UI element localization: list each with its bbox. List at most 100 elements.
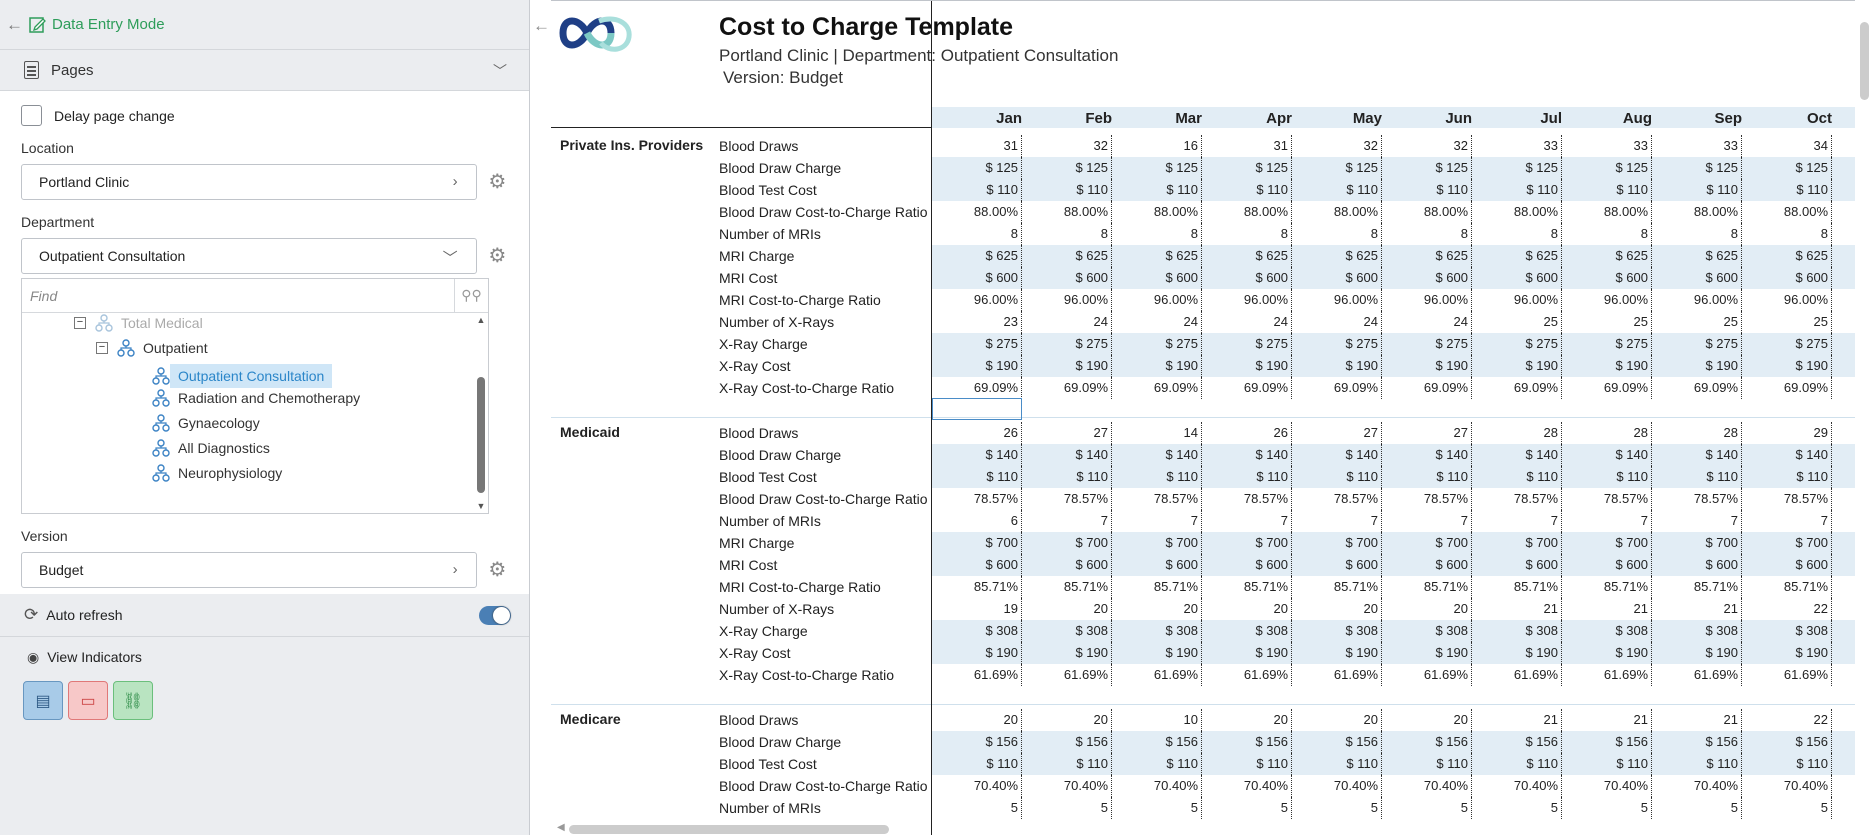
scroll-down-icon[interactable]: ▼ bbox=[476, 501, 486, 511]
data-cell[interactable]: 26 bbox=[1202, 422, 1292, 444]
data-cell[interactable]: $ 140 bbox=[1742, 444, 1832, 466]
data-cell[interactable]: $ 600 bbox=[1202, 267, 1292, 289]
data-cell[interactable]: $ 600 bbox=[932, 267, 1022, 289]
data-cell[interactable]: $ 125 bbox=[1022, 157, 1112, 179]
data-cell[interactable]: 69.09% bbox=[1292, 377, 1382, 399]
data-cell[interactable]: $ 125 bbox=[1202, 157, 1292, 179]
data-cell[interactable]: 85.71% bbox=[932, 576, 1022, 598]
notes-indicator-button[interactable]: ▤ bbox=[23, 681, 63, 720]
data-cell[interactable]: 85.71% bbox=[1022, 576, 1112, 598]
data-cell[interactable]: $ 156 bbox=[1382, 731, 1472, 753]
tree-item-all-diagnostics[interactable]: All Diagnostics bbox=[152, 439, 270, 457]
data-cell[interactable]: 78.57% bbox=[1742, 488, 1832, 510]
scrollbar-thumb[interactable] bbox=[1860, 22, 1869, 100]
data-cell[interactable]: $ 700 bbox=[1292, 532, 1382, 554]
data-cell[interactable]: 28 bbox=[1652, 422, 1742, 444]
data-cell[interactable]: 25 bbox=[1562, 311, 1652, 333]
data-cell[interactable]: 8 bbox=[1742, 223, 1832, 245]
data-cell[interactable]: $ 110 bbox=[1112, 753, 1202, 775]
data-cell[interactable]: 33 bbox=[1472, 135, 1562, 157]
data-cell[interactable]: 70.40% bbox=[1112, 775, 1202, 797]
data-cell[interactable]: $ 110 bbox=[1652, 753, 1742, 775]
data-cell[interactable]: $ 110 bbox=[1382, 753, 1472, 775]
data-cell[interactable]: $ 190 bbox=[932, 355, 1022, 377]
data-cell[interactable]: 29 bbox=[1742, 422, 1832, 444]
data-cell[interactable]: 88.00% bbox=[1562, 201, 1652, 223]
data-cell[interactable]: $ 600 bbox=[1472, 554, 1562, 576]
data-cell[interactable]: 85.71% bbox=[1562, 576, 1652, 598]
data-cell[interactable]: 8 bbox=[1382, 223, 1472, 245]
data-cell[interactable]: 69.09% bbox=[1022, 377, 1112, 399]
location-select[interactable]: Portland Clinic › bbox=[21, 164, 477, 200]
links-indicator-button[interactable]: ⛓ bbox=[113, 681, 153, 720]
data-cell[interactable]: 8 bbox=[1472, 223, 1562, 245]
data-cell[interactable]: $ 140 bbox=[932, 444, 1022, 466]
horizontal-scrollbar[interactable]: ◀ bbox=[551, 821, 1855, 835]
data-cell[interactable]: 85.71% bbox=[1292, 576, 1382, 598]
data-cell[interactable]: 61.69% bbox=[1742, 664, 1832, 686]
data-cell[interactable]: $ 110 bbox=[1202, 466, 1292, 488]
data-cell[interactable]: $ 700 bbox=[1112, 532, 1202, 554]
data-cell[interactable]: 96.00% bbox=[1742, 289, 1832, 311]
data-cell[interactable]: 20 bbox=[1292, 709, 1382, 731]
data-cell[interactable]: 85.71% bbox=[1382, 576, 1472, 598]
data-cell[interactable]: $ 110 bbox=[1472, 179, 1562, 201]
data-cell[interactable]: 14 bbox=[1112, 422, 1202, 444]
data-cell[interactable]: 96.00% bbox=[1022, 289, 1112, 311]
data-cell[interactable]: 61.69% bbox=[1382, 664, 1472, 686]
data-cell[interactable]: 88.00% bbox=[1112, 201, 1202, 223]
data-cell[interactable]: 78.57% bbox=[932, 488, 1022, 510]
data-cell[interactable]: 88.00% bbox=[1382, 201, 1472, 223]
data-cell[interactable]: $ 110 bbox=[1472, 466, 1562, 488]
auto-refresh-toggle[interactable] bbox=[479, 606, 511, 625]
data-cell[interactable]: 25 bbox=[1652, 311, 1742, 333]
tree-item-neurophysiology[interactable]: Neurophysiology bbox=[152, 464, 282, 482]
data-cell[interactable]: 7 bbox=[1382, 510, 1472, 532]
data-cell[interactable]: 25 bbox=[1742, 311, 1832, 333]
data-cell[interactable]: $ 110 bbox=[1652, 466, 1742, 488]
data-cell[interactable]: 88.00% bbox=[1292, 201, 1382, 223]
data-cell[interactable]: $ 275 bbox=[1562, 333, 1652, 355]
data-cell[interactable]: $ 625 bbox=[1652, 245, 1742, 267]
data-cell[interactable]: 70.40% bbox=[1472, 775, 1562, 797]
data-cell[interactable]: $ 110 bbox=[932, 753, 1022, 775]
data-cell[interactable]: $ 275 bbox=[1382, 333, 1472, 355]
data-cell[interactable]: 69.09% bbox=[1652, 377, 1742, 399]
tree-item-outpatient[interactable]: − Outpatient bbox=[96, 339, 208, 357]
data-cell[interactable]: $ 110 bbox=[1292, 179, 1382, 201]
data-cell[interactable]: 21 bbox=[1562, 598, 1652, 620]
data-cell[interactable]: $ 700 bbox=[1742, 532, 1832, 554]
tree-scrollbar[interactable]: ▲ ▼ bbox=[476, 315, 486, 511]
data-cell[interactable]: 70.40% bbox=[1652, 775, 1742, 797]
department-select[interactable]: Outpatient Consultation ﹀ bbox=[21, 238, 477, 274]
data-cell[interactable]: $ 125 bbox=[1292, 157, 1382, 179]
data-cell[interactable]: 7 bbox=[1562, 510, 1652, 532]
data-cell[interactable]: 78.57% bbox=[1292, 488, 1382, 510]
data-entry-mode-bar[interactable]: ← Data Entry Mode bbox=[0, 0, 529, 50]
data-cell[interactable]: 20 bbox=[1022, 709, 1112, 731]
version-select[interactable]: Budget › bbox=[21, 552, 477, 588]
data-cell[interactable]: 33 bbox=[1562, 135, 1652, 157]
data-cell[interactable]: 8 bbox=[1562, 223, 1652, 245]
data-cell[interactable]: 24 bbox=[1382, 311, 1472, 333]
data-cell[interactable]: $ 125 bbox=[932, 157, 1022, 179]
data-cell[interactable]: 96.00% bbox=[1652, 289, 1742, 311]
data-cell[interactable]: 21 bbox=[1472, 709, 1562, 731]
data-cell[interactable]: 20 bbox=[1382, 709, 1472, 731]
data-cell[interactable]: $ 140 bbox=[1292, 444, 1382, 466]
data-cell[interactable]: 32 bbox=[1292, 135, 1382, 157]
data-cell[interactable]: 27 bbox=[1022, 422, 1112, 444]
data-cell[interactable]: 24 bbox=[1022, 311, 1112, 333]
data-cell[interactable]: 22 bbox=[1742, 709, 1832, 731]
data-cell[interactable]: 31 bbox=[1202, 135, 1292, 157]
data-cell[interactable]: 20 bbox=[1382, 598, 1472, 620]
data-cell[interactable]: $ 625 bbox=[932, 245, 1022, 267]
data-cell[interactable]: $ 110 bbox=[1472, 753, 1562, 775]
data-cell[interactable]: $ 140 bbox=[1562, 444, 1652, 466]
data-cell[interactable]: $ 110 bbox=[1562, 753, 1652, 775]
data-cell[interactable]: 61.69% bbox=[1652, 664, 1742, 686]
data-cell[interactable]: $ 125 bbox=[1112, 157, 1202, 179]
data-cell[interactable]: 70.40% bbox=[1742, 775, 1832, 797]
data-cell[interactable]: $ 110 bbox=[1652, 179, 1742, 201]
data-cell[interactable]: 19 bbox=[932, 598, 1022, 620]
